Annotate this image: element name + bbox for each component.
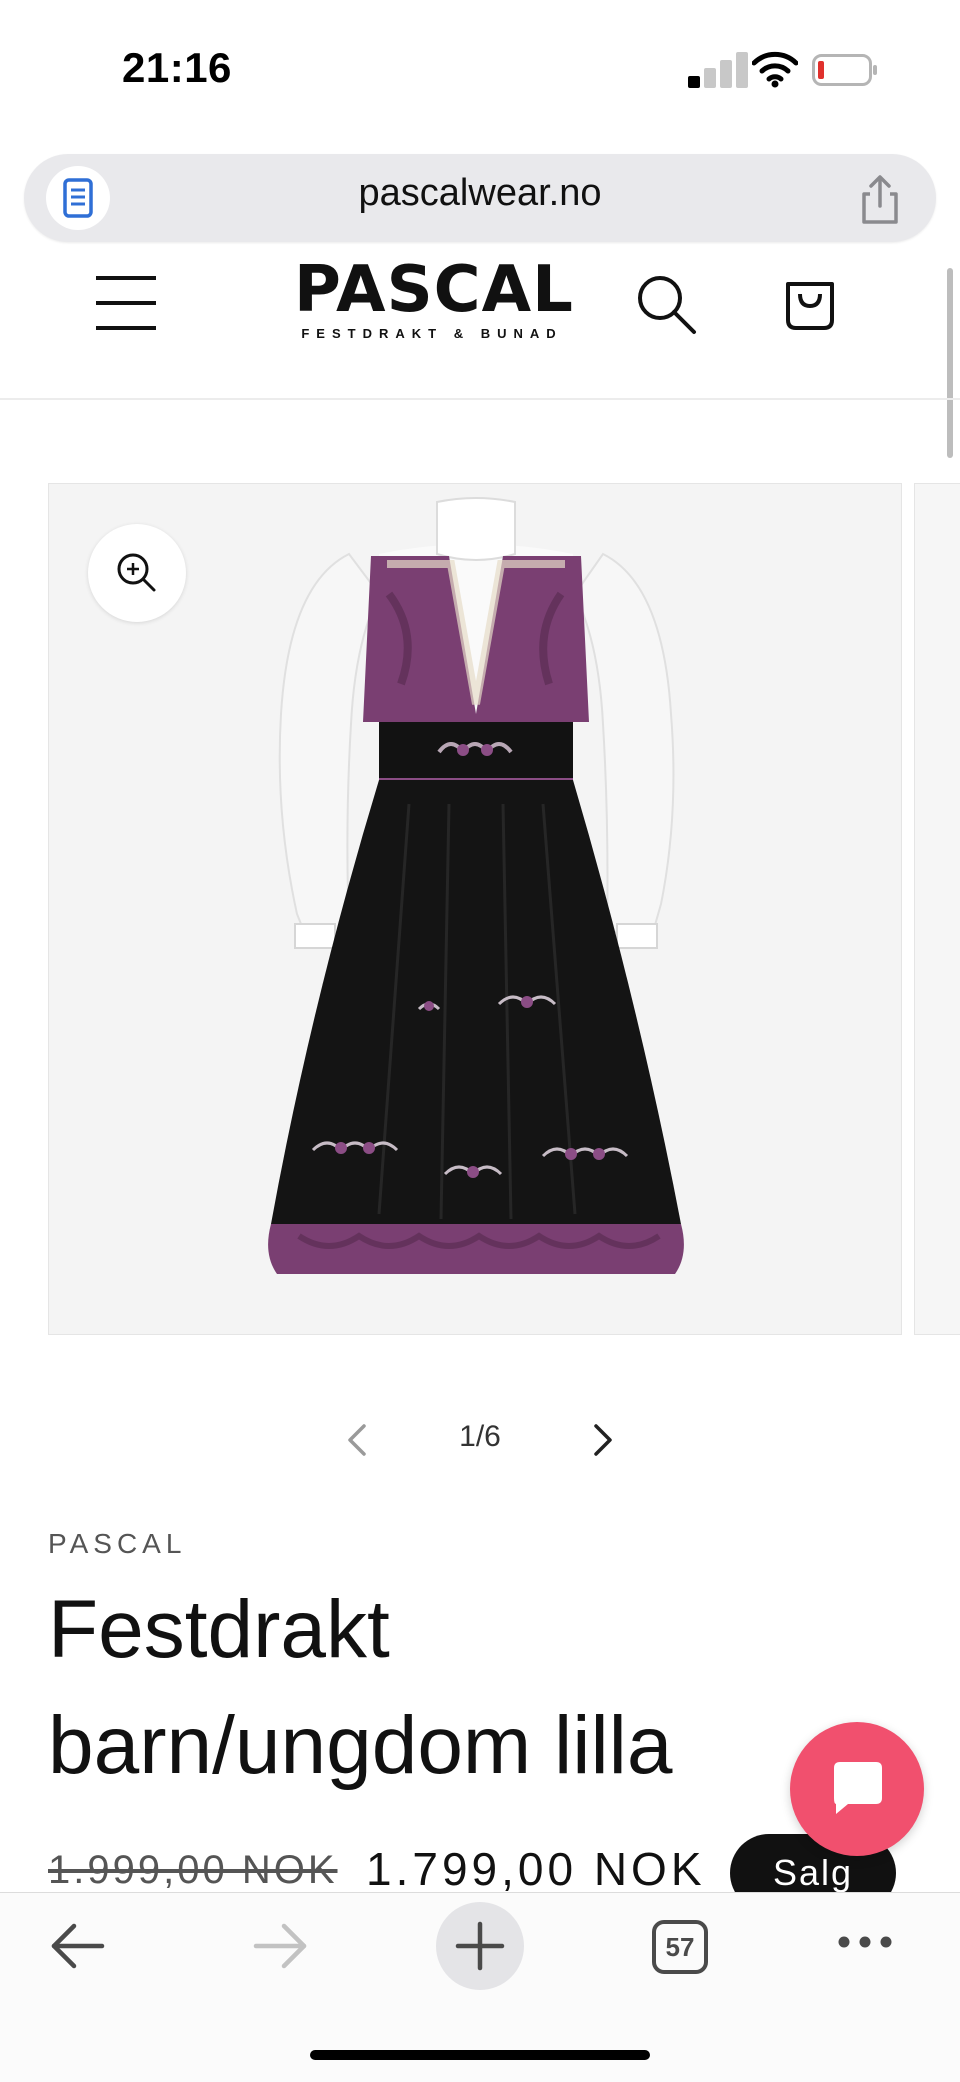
zoom-button[interactable] bbox=[88, 524, 186, 622]
logo-tagline: FESTDRAKT & BUNAD bbox=[301, 326, 563, 341]
signal-icon bbox=[688, 52, 760, 88]
regular-price: 1.999,00 NOK bbox=[48, 1848, 338, 1892]
more-icon[interactable] bbox=[836, 1934, 894, 1950]
home-indicator bbox=[310, 2050, 650, 2060]
search-icon[interactable] bbox=[634, 272, 698, 336]
plus-icon bbox=[455, 1921, 505, 1971]
url-text[interactable]: pascalwear.no bbox=[0, 172, 960, 215]
new-tab-button[interactable] bbox=[436, 1902, 524, 1990]
cart-icon[interactable] bbox=[782, 270, 838, 332]
forward-arrow-icon[interactable] bbox=[250, 1918, 310, 1974]
menu-icon[interactable] bbox=[94, 274, 158, 332]
previous-slide-icon[interactable] bbox=[340, 1420, 374, 1460]
product-title: Festdrakt barn/ungdom lilla bbox=[48, 1584, 673, 1791]
next-image-preview[interactable] bbox=[914, 483, 960, 1335]
status-time: 21:16 bbox=[122, 44, 232, 91]
page-scrollbar[interactable] bbox=[947, 268, 953, 458]
sale-price: 1.799,00 NOK bbox=[366, 1843, 706, 1895]
site-logo[interactable]: PASCAL FESTDRAKT & BUNAD bbox=[294, 253, 574, 341]
next-slide-icon[interactable] bbox=[586, 1420, 620, 1460]
zoom-in-icon bbox=[117, 553, 156, 592]
chat-button[interactable] bbox=[790, 1722, 924, 1856]
slide-counter: 1/6 bbox=[459, 1420, 501, 1453]
logo-wordmark: PASCAL bbox=[294, 253, 574, 327]
chat-icon bbox=[834, 1762, 882, 1814]
tabs-button[interactable]: 57 bbox=[652, 1920, 708, 1974]
header-divider bbox=[0, 398, 960, 400]
product-vendor: PASCAL bbox=[48, 1528, 187, 1559]
battery-icon bbox=[812, 54, 877, 86]
share-icon[interactable] bbox=[852, 172, 908, 228]
wifi-icon bbox=[752, 51, 798, 88]
back-arrow-icon[interactable] bbox=[48, 1918, 108, 1974]
